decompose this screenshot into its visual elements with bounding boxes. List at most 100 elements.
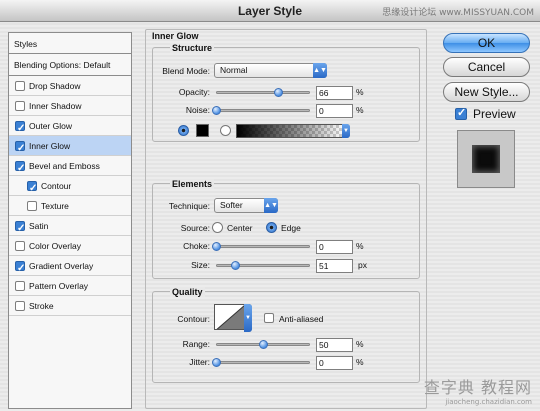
style-item-inner-shadow[interactable]: Inner Shadow [9,96,131,116]
blend-mode-label: Blend Mode: [162,66,210,76]
style-item-checkbox[interactable] [15,219,25,239]
blend-mode-select[interactable]: Normal ▲▼ [214,63,327,78]
choke-unit: % [356,241,364,251]
style-item-gradient-overlay[interactable]: Gradient Overlay [9,256,131,279]
quality-group [152,291,420,383]
preview-label: Preview [473,107,516,121]
preview-thumbnail [457,130,515,188]
noise-label: Noise: [185,105,210,115]
range-label: Range: [182,339,210,349]
noise-unit: % [356,105,364,115]
anti-aliased-label: Anti-aliased [279,314,324,324]
style-item-outer-glow[interactable]: Outer Glow [9,116,131,139]
style-item-label: Outer Glow [29,121,72,131]
size-slider-thumb[interactable] [230,261,240,270]
style-item-inner-glow[interactable]: Inner Glow [9,136,131,159]
watermark-top: 思缘设计论坛 www.MISSYUAN.COM [382,8,534,18]
style-item-label: Gradient Overlay [29,261,94,271]
style-item-checkbox[interactable] [15,241,25,251]
jitter-field[interactable]: 0 [316,356,353,370]
contour-label: Contour: [177,314,210,324]
styles-header[interactable]: Styles [9,33,131,54]
technique-label: Technique: [168,201,210,211]
watermark-bottom: 查字典 教程网 jiaocheng.chazidian.com [424,374,532,406]
preview-swatch [472,145,500,173]
style-item-checkbox[interactable] [27,179,37,199]
watermark-bottom-url: jiaocheng.chazidian.com [445,398,532,406]
style-item-texture[interactable]: Texture [9,196,131,216]
choke-field[interactable]: 0 [316,240,353,254]
contour-dropdown-button[interactable]: ▼ [244,304,252,332]
style-item-checkbox[interactable] [15,81,25,91]
style-item-color-overlay[interactable]: Color Overlay [9,236,131,256]
technique-value: Softer [220,200,243,210]
glow-gradient-swatch[interactable] [236,124,346,138]
style-item-checkbox[interactable] [15,301,25,311]
size-label: Size: [191,260,210,270]
gradient-dropdown-button[interactable]: ▼ [342,124,350,138]
source-center-radio[interactable] [212,222,223,233]
style-item-checkbox[interactable] [15,159,25,179]
style-item-label: Texture [41,201,69,211]
style-item-checkbox[interactable] [15,139,25,159]
style-item-checkbox[interactable] [15,259,25,279]
choke-label: Choke: [183,241,210,251]
style-item-label: Inner Shadow [29,101,82,111]
range-field[interactable]: 50 [316,338,353,352]
cancel-button[interactable]: Cancel [443,57,530,77]
size-field[interactable]: 51 [316,259,353,273]
jitter-unit: % [356,357,364,367]
jitter-slider-track[interactable] [216,361,310,364]
blending-options-item[interactable]: Blending Options: Default [9,54,131,76]
style-item-label: Satin [29,221,49,231]
watermark-bottom-title: 查字典 教程网 [423,378,532,397]
range-slider-thumb[interactable] [259,340,268,349]
dropdown-arrow-icon: ▼ [244,304,252,332]
style-item-checkbox[interactable] [15,281,25,291]
style-item-checkbox[interactable] [15,119,25,139]
ok-button[interactable]: OK [443,33,530,53]
select-arrow-icon: ▲▼ [313,63,327,78]
dialog-body: Styles Blending Options: Default Drop Sh… [0,23,540,411]
new-style-button[interactable]: New Style... [443,82,530,102]
blending-options-label: Blending Options: Default [14,60,111,70]
style-item-pattern-overlay[interactable]: Pattern Overlay [9,276,131,296]
opacity-label: Opacity: [178,87,210,97]
preview-checkbox[interactable]: ✓ [455,107,467,120]
style-item-checkbox[interactable] [15,101,25,111]
checkmark-icon: ✓ [457,107,467,119]
noise-slider-track[interactable] [216,109,310,112]
source-label: Source: [180,223,210,233]
dropdown-arrow-icon: ▼ [342,124,350,138]
style-item-checkbox[interactable] [27,201,37,211]
solid-color-radio[interactable] [178,125,189,136]
select-arrow-icon: ▲▼ [264,198,278,213]
noise-slider-thumb[interactable] [212,106,221,115]
panel-title: Inner Glow [152,31,199,41]
style-item-stroke[interactable]: Stroke [9,296,131,316]
style-item-satin[interactable]: Satin [9,216,131,239]
style-item-label: Pattern Overlay [29,281,89,291]
jitter-slider-thumb[interactable] [212,358,221,367]
source-edge-label: Edge [281,223,301,233]
window-title: Layer Style [237,4,303,18]
source-edge-radio[interactable] [266,222,277,233]
style-item-contour[interactable]: Contour [9,176,131,199]
style-item-label: Stroke [29,301,54,311]
quality-title: Quality [170,287,205,297]
opacity-slider-thumb[interactable] [274,88,284,97]
style-item-label: Contour [41,181,72,191]
technique-select[interactable]: Softer ▲▼ [214,198,278,213]
glow-color-swatch[interactable] [196,124,209,137]
gradient-radio[interactable] [220,125,231,136]
jitter-label: Jitter: [189,357,210,367]
opacity-slider-track[interactable] [216,91,310,94]
choke-slider-thumb[interactable] [212,242,221,251]
anti-aliased-checkbox[interactable] [264,313,274,323]
style-item-bevel-and-emboss[interactable]: Bevel and Emboss [9,156,131,179]
choke-slider-track[interactable] [216,245,310,248]
opacity-field[interactable]: 66 [316,86,353,100]
style-item-label: Color Overlay [29,241,81,251]
noise-field[interactable]: 0 [316,104,353,118]
style-item-drop-shadow[interactable]: Drop Shadow [9,76,131,96]
